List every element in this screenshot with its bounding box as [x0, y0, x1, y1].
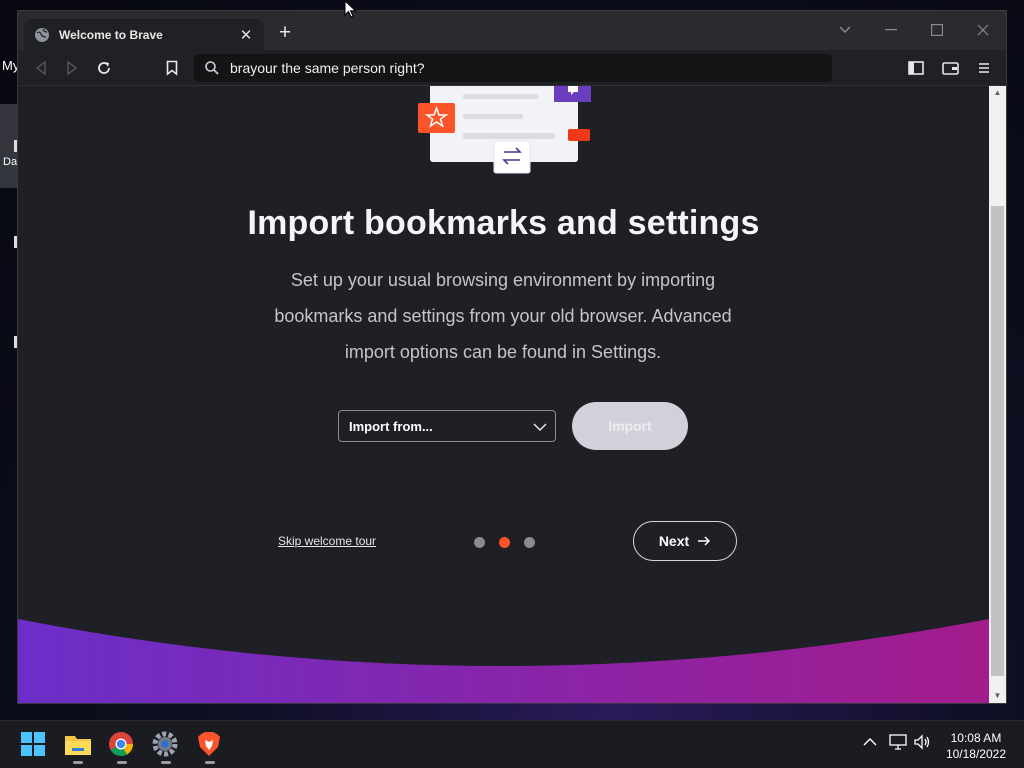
- scrollbar-thumb[interactable]: [991, 206, 1004, 676]
- import-illustration: [418, 86, 591, 174]
- import-from-value: Import from...: [349, 418, 433, 434]
- welcome-page: Import bookmarks and settings Set up you…: [18, 86, 989, 703]
- globe-icon: [35, 27, 49, 42]
- running-indicator: [161, 761, 171, 764]
- chevron-down-icon: [533, 423, 547, 432]
- taskbar: 10:08 AM 10/18/2022: [0, 720, 1024, 768]
- address-bar[interactable]: [194, 54, 832, 82]
- next-button[interactable]: Next: [633, 521, 737, 561]
- network-icon[interactable]: [889, 734, 909, 754]
- skip-welcome-tour-link[interactable]: Skip welcome tour: [278, 534, 376, 548]
- bookmark-icon[interactable]: [160, 56, 184, 80]
- forward-icon[interactable]: [60, 56, 84, 80]
- close-window-button[interactable]: [960, 15, 1006, 45]
- step-dot[interactable]: [524, 537, 535, 548]
- tab-title: Welcome to Brave: [59, 27, 163, 42]
- scroll-down-arrow-icon[interactable]: ▼: [989, 689, 1006, 703]
- running-indicator: [117, 761, 127, 764]
- mouse-cursor-icon: [344, 0, 357, 18]
- wallet-icon[interactable]: [938, 56, 962, 80]
- menu-icon[interactable]: [972, 56, 996, 80]
- clock-date: 10/18/2022: [945, 747, 1006, 761]
- settings-icon[interactable]: [152, 731, 180, 764]
- desktop-icon-label: Da: [3, 156, 18, 168]
- step-dot[interactable]: [499, 537, 510, 548]
- search-icon: [205, 61, 219, 75]
- page-scrollbar[interactable]: ▲ ▼: [989, 86, 1006, 703]
- sidebar-icon[interactable]: [904, 56, 928, 80]
- page-description: Set up your usual browsing environment b…: [274, 270, 732, 362]
- page-title: Import bookmarks and settings: [247, 204, 760, 242]
- volume-icon[interactable]: [913, 734, 933, 754]
- tab-close-icon[interactable]: ✕: [238, 26, 254, 44]
- running-indicator: [73, 761, 83, 764]
- google-chrome-icon[interactable]: [108, 731, 136, 764]
- new-tab-button[interactable]: +: [274, 22, 296, 45]
- tab-search-chevron-icon[interactable]: [822, 15, 868, 45]
- tab-welcome[interactable]: Welcome to Brave ✕: [24, 19, 264, 50]
- browser-window: Welcome to Brave ✕ + brayour the same pe…: [17, 10, 1007, 704]
- minimize-button[interactable]: [868, 15, 914, 45]
- scroll-up-arrow-icon[interactable]: ▲: [989, 86, 1006, 100]
- back-icon[interactable]: [29, 56, 53, 80]
- maximize-button[interactable]: [914, 15, 960, 45]
- arrow-right-icon: [698, 536, 711, 546]
- import-from-dropdown[interactable]: Import from...: [338, 410, 556, 442]
- clock-time: 10:08 AM: [950, 731, 1002, 745]
- import-button[interactable]: Import: [572, 402, 688, 450]
- running-indicator: [205, 761, 215, 764]
- browser-toolbar: [18, 50, 1006, 86]
- windows-start-icon[interactable]: [20, 731, 48, 759]
- file-explorer-icon[interactable]: [64, 731, 92, 764]
- chevron-up-icon[interactable]: [862, 734, 882, 754]
- title-bar: Welcome to Brave ✕ +: [18, 11, 1006, 50]
- address-input[interactable]: [230, 60, 832, 76]
- reload-icon[interactable]: [92, 56, 116, 80]
- step-dot[interactable]: [474, 537, 485, 548]
- system-clock[interactable]: 10:08 AM 10/18/2022: [946, 730, 1006, 762]
- brave-browser-icon[interactable]: [196, 731, 224, 764]
- decorative-wave: [18, 619, 989, 703]
- next-button-label: Next: [658, 533, 690, 549]
